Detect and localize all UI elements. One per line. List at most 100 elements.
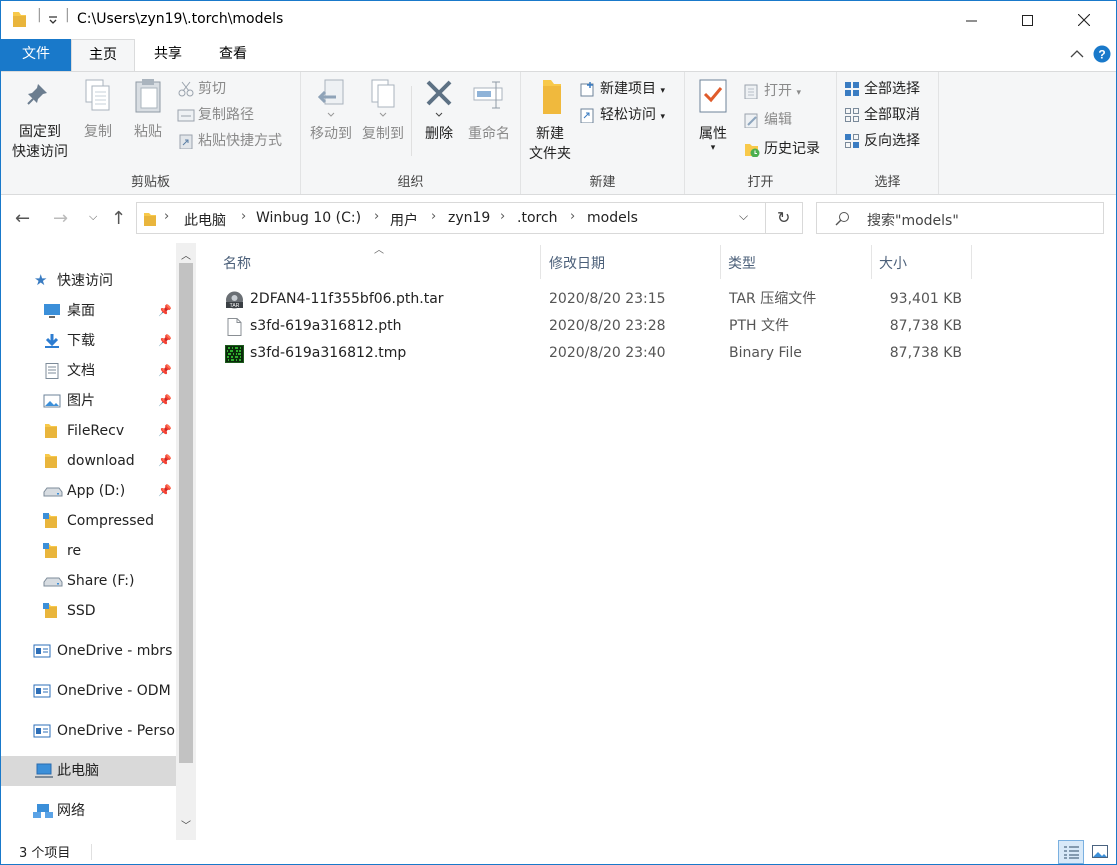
file-row[interactable]: TAR 2DFAN4-11f355bf06.pth.tar 2020/8/20 … — [217, 286, 977, 313]
nav-item-ssd[interactable]: SSD — [1, 596, 176, 626]
maximize-button[interactable] — [1004, 1, 1050, 39]
breadcrumb-zyn19[interactable]: zyn19 — [448, 210, 490, 226]
pin-icon[interactable]: 📌 — [158, 296, 172, 326]
breadcrumb-separator[interactable]: › — [431, 209, 436, 224]
tab-file[interactable]: 文件 — [1, 39, 71, 71]
pin-icon[interactable]: 📌 — [158, 386, 172, 416]
breadcrumb-separator[interactable]: › — [500, 209, 505, 224]
tab-home[interactable]: 主页 — [71, 39, 135, 72]
easy-access-button[interactable]: 轻松访问 ▾ — [579, 104, 665, 126]
select-none-button[interactable]: 全部取消 — [843, 104, 920, 126]
folder-icon — [144, 213, 156, 226]
new-folder-button[interactable]: 新建 文件夹 — [523, 78, 577, 164]
column-header-name[interactable]: 名称 — [223, 253, 251, 273]
scrollbar-thumb[interactable] — [179, 263, 193, 763]
nav-item-download-folder[interactable]: download 📌 — [1, 446, 176, 476]
edit-button[interactable]: 编辑 — [743, 109, 792, 131]
copy-to-button[interactable]: 复制到 — [357, 78, 409, 144]
column-divider[interactable] — [720, 245, 721, 279]
invert-selection-button[interactable]: 反向选择 — [843, 130, 920, 152]
copy-path-button[interactable]: 复制路径 — [177, 104, 254, 126]
breadcrumb-separator[interactable]: › — [570, 209, 575, 224]
large-icons-view-button[interactable] — [1087, 840, 1113, 864]
properties-button[interactable]: 属性 ▾ — [689, 78, 737, 153]
navigation-scrollbar[interactable]: ︿ ﹀ — [176, 243, 196, 840]
collapse-ribbon-icon[interactable] — [1070, 49, 1084, 59]
nav-label: OneDrive - Perso — [57, 723, 175, 739]
nav-onedrive-mbrs[interactable]: OneDrive - mbrs — [1, 636, 176, 666]
breadcrumb-separator[interactable]: › — [164, 209, 169, 224]
nav-item-downloads[interactable]: 下载 📌 — [1, 326, 176, 356]
nav-item-share-f[interactable]: Share (F:) — [1, 566, 176, 596]
history-button[interactable]: 历史记录 — [743, 138, 820, 160]
pin-icon[interactable]: 📌 — [158, 416, 172, 446]
forward-arrow-icon[interactable]: → — [53, 208, 68, 229]
refresh-icon[interactable]: ↻ — [777, 208, 790, 227]
breadcrumb-models[interactable]: models — [587, 210, 638, 226]
tab-view[interactable]: 查看 — [202, 39, 264, 71]
column-header-date[interactable]: 修改日期 — [549, 253, 605, 273]
breadcrumb-this-pc[interactable]: 此电脑 — [184, 210, 226, 230]
nav-network[interactable]: 网络 — [1, 796, 176, 826]
search-box[interactable]: 搜索"models" — [816, 202, 1104, 234]
select-all-icon — [845, 82, 859, 96]
column-divider[interactable] — [871, 245, 872, 279]
paste-shortcut-button[interactable]: 粘贴快捷方式 — [177, 130, 282, 152]
nav-this-pc[interactable]: 此电脑 — [1, 756, 176, 786]
pin-icon[interactable]: 📌 — [158, 326, 172, 356]
pin-icon[interactable]: 📌 — [158, 446, 172, 476]
nav-label: 桌面 — [67, 303, 95, 319]
close-button[interactable] — [1061, 1, 1107, 39]
column-divider[interactable] — [971, 245, 972, 279]
pin-icon[interactable]: 📌 — [158, 476, 172, 506]
nav-item-re[interactable]: re — [1, 536, 176, 566]
recent-locations-chevron-icon[interactable]: ⌵ — [89, 210, 97, 224]
new-item-button[interactable]: 新建项目 ▾ — [579, 78, 665, 100]
properties-icon — [699, 79, 727, 113]
copy-button[interactable]: 复制 — [75, 78, 121, 142]
tab-share[interactable]: 共享 — [137, 39, 199, 71]
paste-button[interactable]: 粘贴 — [125, 78, 171, 142]
scroll-down-icon[interactable]: ﹀ — [181, 817, 191, 832]
column-header-size[interactable]: 大小 — [879, 253, 907, 273]
column-divider[interactable] — [540, 245, 541, 279]
pin-icon[interactable]: 📌 — [158, 356, 172, 386]
scroll-up-icon[interactable]: ︿ — [181, 247, 191, 262]
nav-item-pictures[interactable]: 图片 📌 — [1, 386, 176, 416]
rename-button[interactable]: 重命名 — [463, 78, 515, 144]
address-bar[interactable]: › 此电脑 › Winbug 10 (C:) › 用户 › zyn19 › .t… — [136, 202, 803, 234]
nav-quick-access[interactable]: ★ 快速访问 — [1, 266, 176, 296]
nav-item-compressed[interactable]: Compressed — [1, 506, 176, 536]
file-row[interactable]: s3fd-619a316812.pth 2020/8/20 23:28 PTH … — [217, 313, 977, 340]
breadcrumb-drive-c[interactable]: Winbug 10 (C:) — [256, 210, 361, 226]
column-header-type[interactable]: 类型 — [728, 253, 756, 273]
nav-item-app-d[interactable]: App (D:) 📌 — [1, 476, 176, 506]
pin-quick-access-button[interactable]: 固定到 快速访问 — [7, 78, 73, 162]
minimize-button[interactable] — [948, 1, 994, 39]
select-all-button[interactable]: 全部选择 — [843, 78, 920, 100]
nav-item-filerecv[interactable]: FileRecv 📌 — [1, 416, 176, 446]
network-icon — [33, 804, 53, 818]
cut-button[interactable]: 剪切 — [177, 78, 226, 100]
open-button[interactable]: 打开 ▾ — [743, 80, 801, 102]
drive-icon — [43, 577, 63, 587]
breadcrumb-torch[interactable]: .torch — [517, 210, 558, 226]
help-icon[interactable]: ? — [1093, 45, 1111, 63]
breadcrumb-separator[interactable]: › — [374, 209, 379, 224]
nav-onedrive-personal[interactable]: OneDrive - Perso — [1, 716, 176, 746]
details-view-button[interactable] — [1058, 840, 1084, 864]
delete-button[interactable]: 删除 — [417, 78, 461, 144]
up-arrow-icon[interactable]: ↑ — [111, 208, 126, 229]
nav-onedrive-odm[interactable]: OneDrive - ODM — [1, 676, 176, 706]
quick-access-dropdown-icon[interactable] — [48, 16, 58, 24]
breadcrumb-users[interactable]: 用户 — [390, 210, 418, 230]
address-history-chevron-icon[interactable]: ⌵ — [739, 209, 748, 224]
folder-icon[interactable] — [11, 10, 27, 28]
nav-label: OneDrive - mbrs — [57, 643, 173, 659]
nav-item-documents[interactable]: 文档 📌 — [1, 356, 176, 386]
breadcrumb-separator[interactable]: › — [241, 209, 246, 224]
back-arrow-icon[interactable]: ← — [15, 208, 30, 229]
move-to-button[interactable]: 移动到 — [305, 78, 357, 144]
file-row[interactable]: s3fd-619a316812.tmp 2020/8/20 23:40 Bina… — [217, 340, 977, 367]
nav-item-desktop[interactable]: 桌面 📌 — [1, 296, 176, 326]
